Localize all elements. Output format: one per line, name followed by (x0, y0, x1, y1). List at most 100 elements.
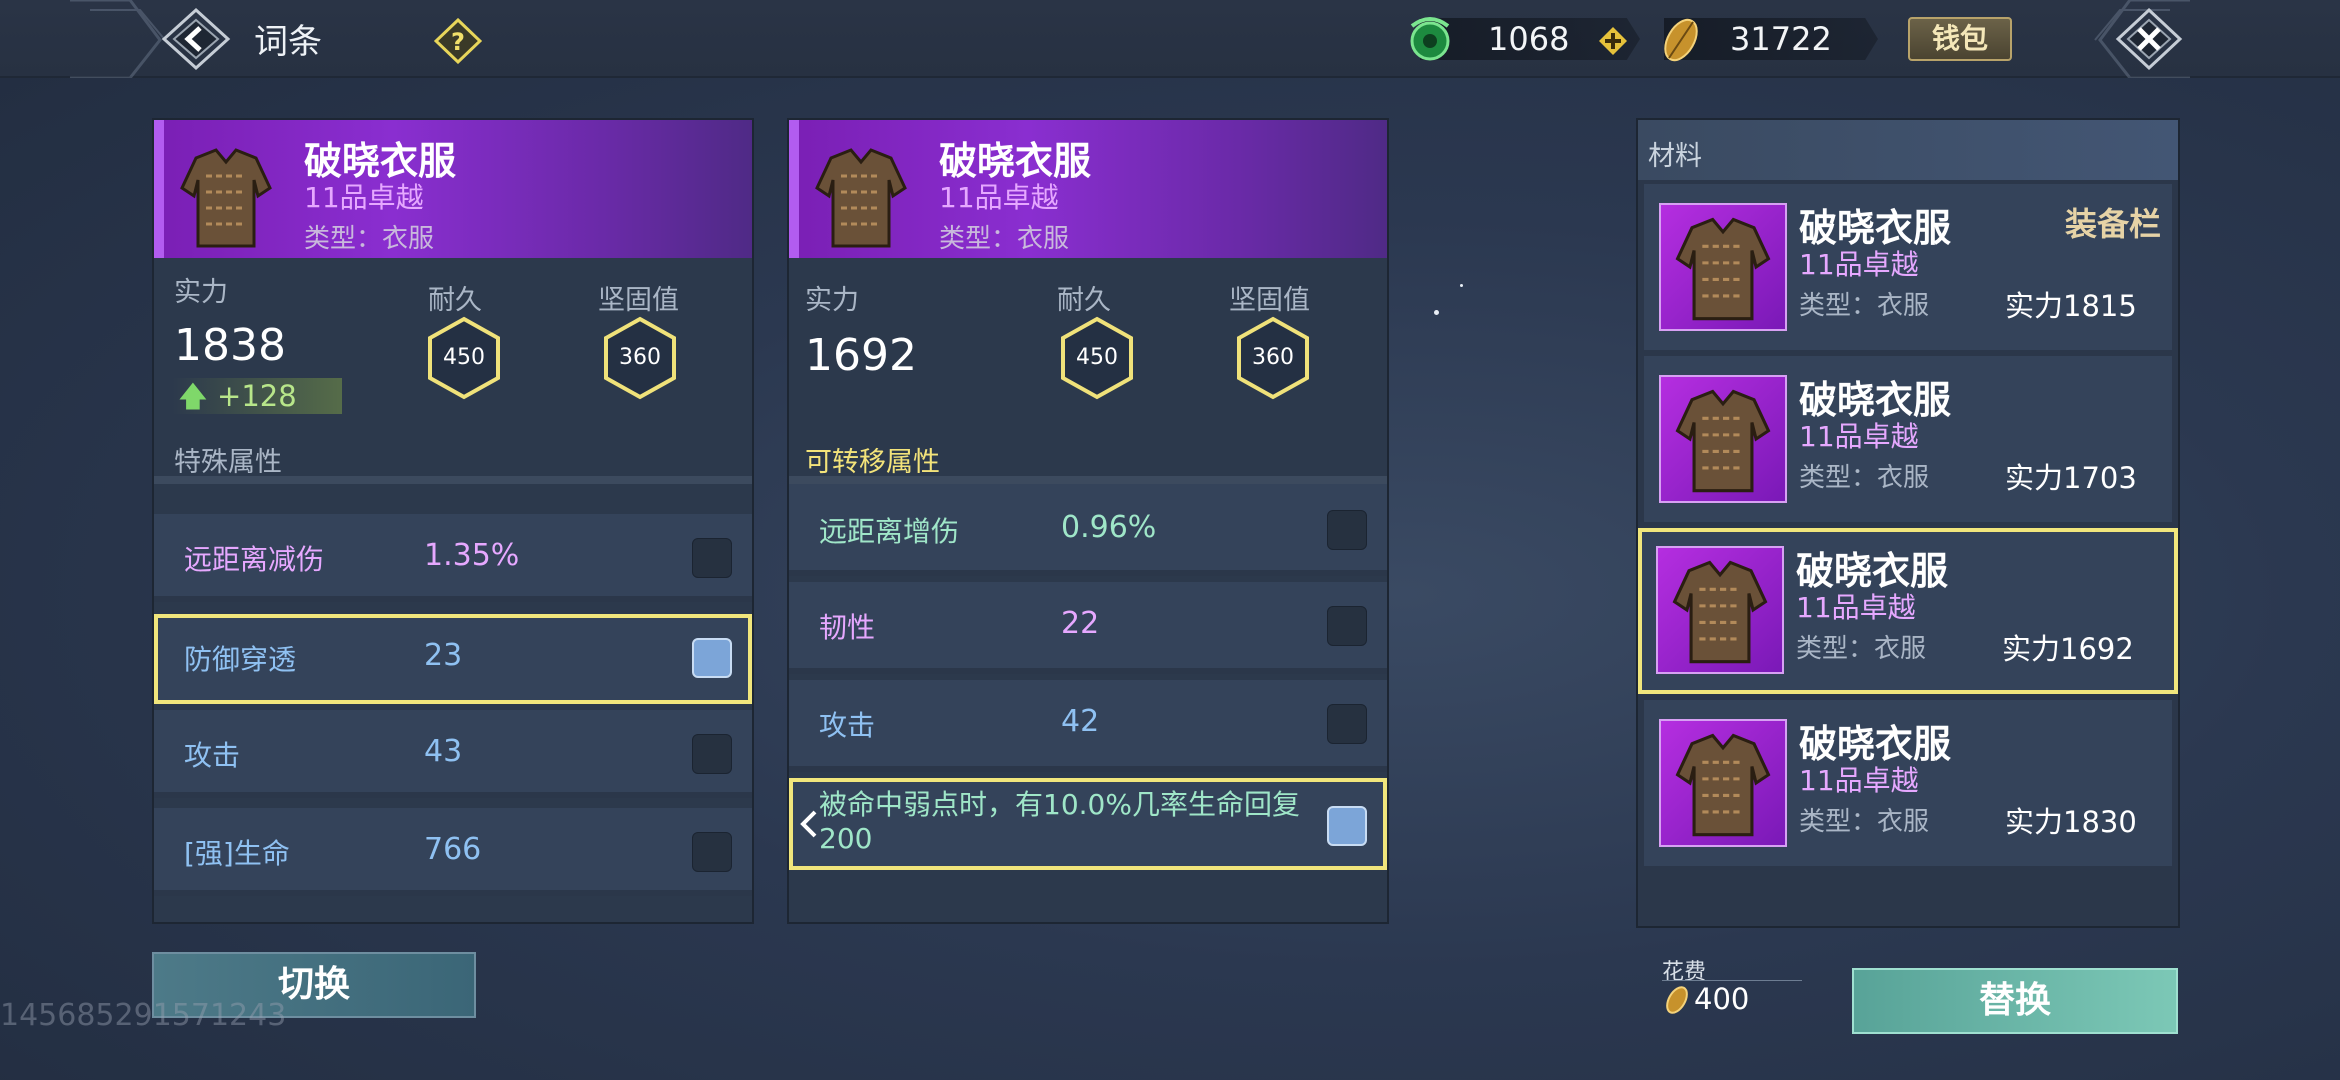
materials-panel: 材料 破晓衣服 装备栏 11品卓越 类型：衣服 实力1815 破晓衣服 11品卓… (1636, 118, 2180, 928)
svg-text:?: ? (451, 28, 465, 56)
solidity-label: 坚固值 (598, 285, 679, 316)
armor-icon-frame (1656, 546, 1784, 674)
item-grade: 11品卓越 (304, 181, 424, 214)
item-type: 类型：衣服 (304, 224, 435, 254)
attribute-value: 1.35% (424, 538, 520, 573)
item-type: 类型：衣服 (939, 224, 1070, 254)
wallet-button[interactable]: 钱包 (1908, 17, 2012, 61)
jade-amount: 1068 (1488, 20, 1570, 58)
back-arrow-icon[interactable] (160, 6, 232, 72)
durability-label: 耐久 (1057, 285, 1111, 316)
attribute-checkbox-checked[interactable] (1327, 806, 1367, 846)
armor-icon (1675, 389, 1771, 493)
header-stripe (789, 120, 799, 258)
up-arrow-icon: 🡅 (178, 379, 208, 413)
gold-leaf-icon (1666, 986, 1688, 1014)
attribute-name: [强]生命 (184, 837, 290, 870)
attribute-row-selected[interactable]: 防御穿透 23 (154, 614, 752, 704)
armor-icon (1675, 733, 1771, 837)
jade-coin-icon (1410, 17, 1450, 61)
attribute-row[interactable]: 远距离增伤 0.96% (789, 484, 1387, 576)
item-grade: 11品卓越 (939, 181, 1059, 214)
attribute-name: 远距离减伤 (184, 543, 325, 576)
power-value: 1692 (805, 330, 917, 381)
background-sparkle (1460, 284, 1463, 287)
material-type: 类型：衣服 (1799, 807, 1930, 837)
attribute-checkbox[interactable] (692, 538, 732, 578)
armor-icon-frame (1659, 719, 1787, 847)
armor-icon (1675, 217, 1771, 321)
material-card[interactable]: 破晓衣服 11品卓越 类型：衣服 实力1703 (1644, 356, 2172, 522)
attribute-name: 攻击 (819, 709, 876, 742)
attribute-row[interactable]: [强]生命 766 (154, 808, 752, 896)
attribute-checkbox[interactable] (1327, 606, 1367, 646)
material-type: 类型：衣服 (1796, 634, 1927, 664)
page-title: 词条 (254, 22, 322, 62)
attribute-checkbox[interactable] (692, 832, 732, 872)
attribute-checkbox[interactable] (1327, 704, 1367, 744)
material-card[interactable]: 破晓衣服 装备栏 11品卓越 类型：衣服 实力1815 (1644, 184, 2172, 350)
durability-label: 耐久 (428, 285, 482, 316)
attribute-row[interactable]: 攻击 42 (789, 680, 1387, 772)
special-attribute-row-selected[interactable]: 被命中弱点时，有10.0%几率生命回复200 (789, 778, 1387, 870)
replace-button[interactable]: 替换 (1852, 968, 2178, 1034)
attribute-value: 22 (1061, 606, 1100, 641)
armor-icon-frame (1659, 203, 1787, 331)
item-header: 破晓衣服 11品卓越 类型：衣服 (154, 120, 752, 258)
material-power: 实力1703 (2005, 461, 2137, 495)
solidity-value: 360 (619, 345, 661, 370)
material-power: 实力1830 (2005, 805, 2137, 839)
help-icon[interactable]: ? (434, 18, 482, 64)
item-header: 破晓衣服 11品卓越 类型：衣服 (789, 120, 1387, 258)
power-diff-value: +128 (217, 379, 297, 413)
material-grade: 11品卓越 (1799, 248, 1919, 281)
equipped-tag: 装备栏 (2065, 205, 2162, 243)
solidity-label: 坚固值 (1229, 285, 1310, 316)
background-sparkle (1434, 310, 1439, 315)
material-card-selected[interactable]: 破晓衣服 11品卓越 类型：衣服 实力1692 (1638, 528, 2178, 694)
material-power: 实力1692 (2002, 632, 2134, 666)
attribute-name: 韧性 (819, 611, 876, 644)
watermark-text: 145685291571243 (0, 998, 287, 1033)
attribute-value: 0.96% (1061, 510, 1157, 545)
attribute-name: 防御穿透 (184, 643, 297, 676)
plus-icon[interactable] (1598, 26, 1628, 56)
power-value: 1838 (174, 320, 286, 371)
header-stripe (154, 120, 164, 258)
current-equipment-panel: 破晓衣服 11品卓越 类型：衣服 实力 1838 🡅 +128 耐久 450 坚… (152, 118, 754, 924)
gold-leaf-icon (1664, 18, 1698, 62)
material-card[interactable]: 破晓衣服 11品卓越 类型：衣服 实力1830 (1644, 700, 2172, 866)
armor-icon (815, 148, 907, 248)
section-title: 特殊属性 (174, 447, 282, 478)
armor-icon-frame (1659, 375, 1787, 503)
material-grade: 11品卓越 (1796, 591, 1916, 624)
solidity-value: 360 (1252, 345, 1294, 370)
attribute-row[interactable]: 韧性 22 (789, 582, 1387, 674)
attribute-checkbox[interactable] (692, 734, 732, 774)
material-type: 类型：衣服 (1799, 463, 1930, 493)
attribute-checkbox-checked[interactable] (692, 638, 732, 678)
attribute-name: 远距离增伤 (819, 515, 960, 548)
attribute-value: 42 (1061, 704, 1100, 739)
attribute-checkbox[interactable] (1327, 510, 1367, 550)
power-label: 实力 (174, 277, 228, 308)
material-power: 实力1815 (2005, 289, 2137, 323)
section-divider (789, 476, 1387, 484)
attribute-name: 攻击 (184, 739, 241, 772)
material-type: 类型：衣服 (1799, 291, 1930, 321)
top-bar: 词条 ? 1068 31722 钱包 (0, 0, 2340, 78)
material-grade: 11品卓越 (1799, 764, 1919, 797)
section-divider (154, 476, 752, 484)
attribute-row[interactable]: 攻击 43 (154, 710, 752, 798)
gold-amount: 31722 (1730, 20, 1832, 58)
power-diff: 🡅 +128 (172, 378, 342, 414)
material-equipment-panel: 破晓衣服 11品卓越 类型：衣服 实力 1692 耐久 450 坚固值 360 … (787, 118, 1389, 924)
attribute-row[interactable]: 远距离减伤 1.35% (154, 514, 752, 602)
special-attribute-text: 被命中弱点时，有10.0%几率生命回复200 (819, 788, 1300, 855)
section-title: 可转移属性 (805, 447, 940, 478)
materials-title: 材料 (1638, 120, 2178, 180)
attribute-value: 766 (424, 832, 482, 867)
close-icon[interactable] (2114, 6, 2184, 72)
armor-icon (180, 148, 272, 248)
material-grade: 11品卓越 (1799, 420, 1919, 453)
